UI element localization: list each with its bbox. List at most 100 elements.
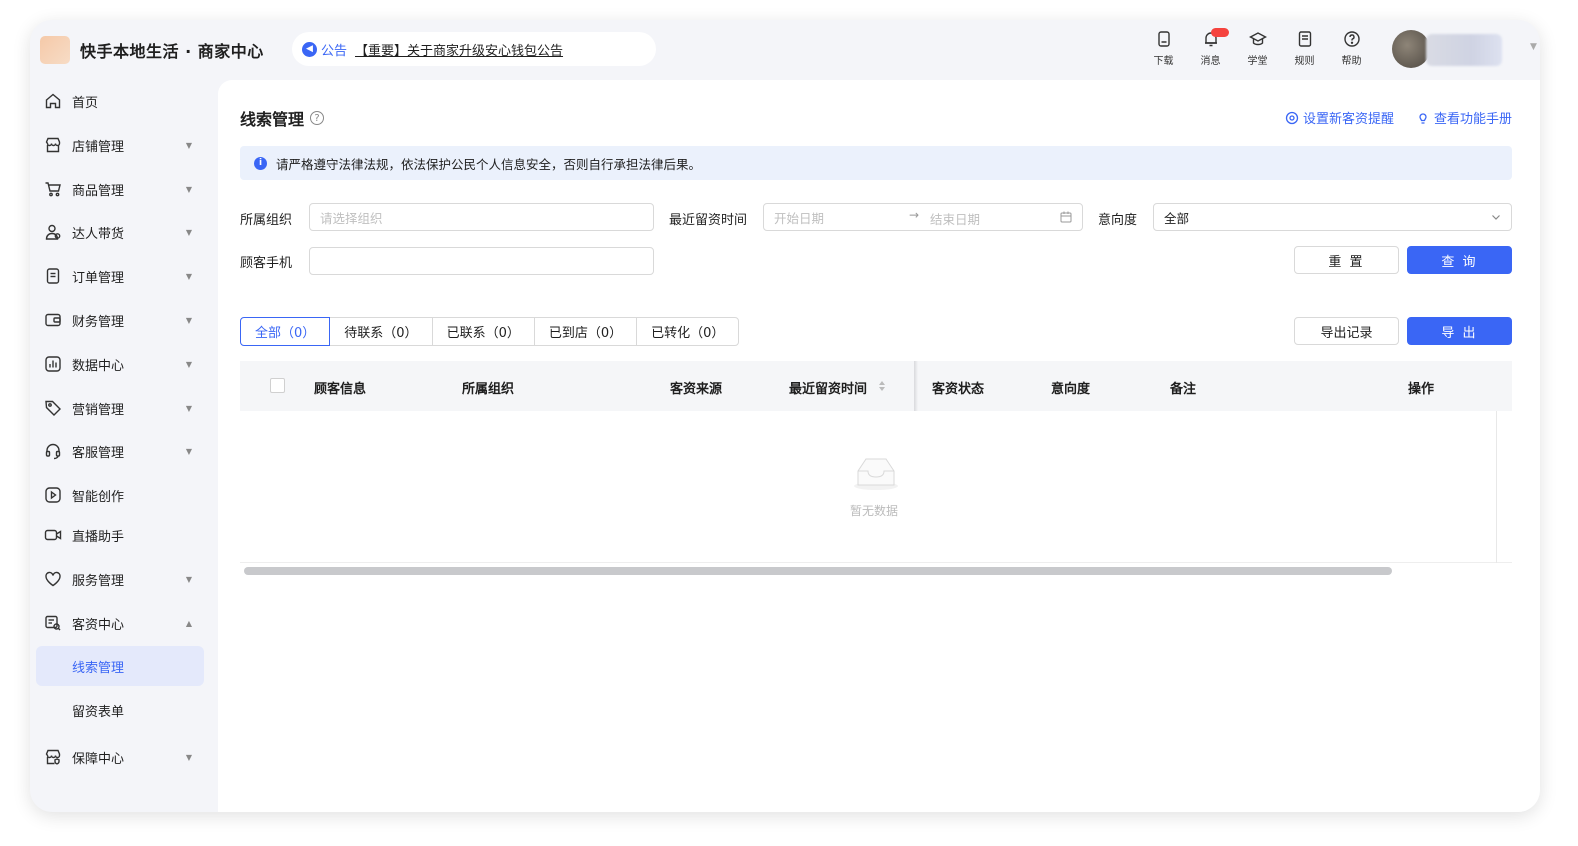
user-name-blurred[interactable] bbox=[1426, 34, 1502, 66]
page-title: 线索管理 ? bbox=[240, 106, 325, 130]
heart-icon bbox=[45, 571, 61, 587]
sidebar-item-service[interactable]: 服务管理 ▼ bbox=[36, 559, 204, 599]
org-label: 所属组织 bbox=[240, 213, 293, 228]
export-button[interactable]: 导 出 bbox=[1407, 317, 1512, 345]
tool-label: 下载 bbox=[1153, 56, 1174, 67]
sidebar-item-products[interactable]: 商品管理 ▼ bbox=[36, 169, 204, 209]
question-icon[interactable]: ? bbox=[310, 111, 325, 125]
col-latest-time[interactable]: 最近留资时间 bbox=[789, 378, 867, 397]
fixed-column-divider bbox=[914, 361, 918, 411]
tab-converted[interactable]: 已转化（0） bbox=[636, 317, 740, 346]
chevron-down-icon[interactable]: ▼ bbox=[1530, 42, 1537, 52]
col-remark: 备注 bbox=[1170, 382, 1197, 397]
sidebar-item-influencers[interactable]: 达人带货 ▼ bbox=[36, 212, 204, 252]
query-button[interactable]: 查 询 bbox=[1407, 246, 1512, 274]
sidebar-item-label: 客服管理 bbox=[72, 445, 125, 461]
calendar-icon bbox=[1060, 211, 1072, 223]
tool-label: 学堂 bbox=[1247, 56, 1268, 67]
chevron-up-icon: ▲ bbox=[185, 618, 192, 628]
sidebar-item-customer-service[interactable]: 客服管理 ▼ bbox=[36, 431, 204, 471]
legal-alert: i 请严格遵守法律法规，依法保护公民个人信息安全，否则自行承担法律后果。 bbox=[240, 146, 1512, 180]
sidebar-subitem-leads[interactable]: 线索管理 bbox=[36, 646, 204, 686]
brand-logo[interactable] bbox=[40, 36, 70, 64]
lightbulb-icon bbox=[1419, 112, 1427, 124]
page-title-text: 线索管理 bbox=[240, 110, 305, 129]
sidebar-item-label: 商品管理 bbox=[72, 183, 125, 199]
sidebar-item-marketing[interactable]: 营销管理 ▼ bbox=[36, 388, 204, 428]
col-customer-info: 顾客信息 bbox=[314, 382, 367, 397]
chevron-down-icon: ▼ bbox=[185, 271, 192, 281]
sidebar-item-smart-creation[interactable]: 智能创作 bbox=[36, 475, 204, 515]
intent-label: 意向度 bbox=[1098, 213, 1138, 228]
gear-icon bbox=[1285, 111, 1299, 124]
avatar[interactable] bbox=[1392, 30, 1430, 68]
help-icon bbox=[1343, 31, 1360, 47]
arrow-right-icon: → bbox=[909, 208, 920, 222]
page-links: 设置新客资提醒 查看功能手册 bbox=[1285, 108, 1512, 127]
order-icon bbox=[46, 268, 60, 284]
app-window: 快手本地生活 · 商家中心 ◀ 公告 【重要】关于商家升级安心钱包公告 下载 消… bbox=[30, 20, 1540, 812]
chevron-down-icon: ▼ bbox=[185, 752, 192, 762]
end-date-placeholder[interactable]: 结束日期 bbox=[930, 209, 980, 228]
tool-academy[interactable]: 学堂 bbox=[1234, 30, 1281, 67]
tool-label: 规则 bbox=[1294, 56, 1315, 67]
sidebar-item-data-center[interactable]: 数据中心 ▼ bbox=[36, 344, 204, 384]
megaphone-icon: ◀ bbox=[302, 41, 317, 57]
leads-table: 顾客信息 所属组织 客资来源 最近留资时间 客资状态 意向度 备注 操作 暂无数… bbox=[240, 361, 1512, 577]
tool-help[interactable]: 帮助 bbox=[1328, 30, 1375, 67]
sidebar-subitem-lead-forms[interactable]: 留资表单 bbox=[36, 690, 204, 730]
sidebar-item-orders[interactable]: 订单管理 ▼ bbox=[36, 256, 204, 296]
tool-label: 帮助 bbox=[1341, 56, 1362, 67]
sidebar-item-label: 服务管理 bbox=[72, 573, 125, 589]
sidebar-item-label: 智能创作 bbox=[72, 489, 125, 505]
sidebar-item-store[interactable]: 店铺管理 ▼ bbox=[36, 125, 204, 165]
sidebar-item-label: 营销管理 bbox=[72, 402, 125, 418]
announcement-bar[interactable]: ◀ 公告 【重要】关于商家升级安心钱包公告 bbox=[292, 32, 656, 66]
chevron-down-icon: ▼ bbox=[185, 359, 192, 369]
chevron-down-icon: ▼ bbox=[185, 403, 192, 413]
set-remind-link[interactable]: 设置新客资提醒 bbox=[1285, 108, 1394, 127]
horizontal-scrollbar[interactable] bbox=[244, 567, 1392, 575]
sidebar-item-protection[interactable]: 保障中心 ▼ bbox=[36, 737, 204, 777]
tab-pending[interactable]: 待联系（0） bbox=[329, 317, 433, 346]
date-range-picker[interactable]: 开始日期 bbox=[763, 203, 1083, 231]
intent-value: 全部 bbox=[1164, 210, 1190, 226]
chevron-down-icon: ▼ bbox=[185, 446, 192, 456]
sidebar-item-customer-center[interactable]: 客资中心 ▲ bbox=[36, 603, 204, 643]
tool-download[interactable]: 下载 bbox=[1140, 30, 1187, 67]
tab-contacted[interactable]: 已联系（0） bbox=[431, 317, 535, 346]
chevron-down-icon bbox=[1492, 215, 1500, 220]
home-icon bbox=[45, 93, 61, 109]
chevron-down-icon: ▼ bbox=[185, 184, 192, 194]
reset-button[interactable]: 重 置 bbox=[1294, 246, 1399, 274]
sidebar-item-finance[interactable]: 财务管理 ▼ bbox=[36, 300, 204, 340]
empty-inbox-icon bbox=[854, 458, 898, 490]
app-title: 快手本地生活 · 商家中心 bbox=[80, 42, 264, 61]
sidebar: 首页 店铺管理 ▼ 商品管理 ▼ 达人带货 ▼ 订单管理 ▼ 财务管理 ▼ 数据… bbox=[30, 80, 218, 812]
chevron-down-icon: ▼ bbox=[185, 140, 192, 150]
table-body: 暂无数据 bbox=[240, 411, 1512, 563]
announcement-tag: 公告 bbox=[321, 43, 348, 59]
sort-icon[interactable] bbox=[878, 379, 886, 393]
intent-select[interactable]: 全部 bbox=[1153, 203, 1512, 231]
tab-visited[interactable]: 已到店（0） bbox=[533, 317, 638, 346]
tab-all[interactable]: 全部（0） bbox=[240, 317, 331, 346]
download-icon bbox=[1157, 31, 1170, 47]
phone-input[interactable] bbox=[309, 247, 654, 275]
manual-link[interactable]: 查看功能手册 bbox=[1416, 108, 1512, 127]
sidebar-subitem-label: 线索管理 bbox=[72, 660, 125, 676]
tool-messages[interactable]: 消息 bbox=[1187, 28, 1234, 67]
customer-icon bbox=[45, 615, 61, 631]
tool-label: 消息 bbox=[1200, 56, 1221, 67]
sidebar-item-home[interactable]: 首页 bbox=[36, 81, 204, 121]
export-records-button[interactable]: 导出记录 bbox=[1294, 317, 1399, 345]
main-content: 线索管理 ? 设置新客资提醒 查看功能手册 i 请严格遵守法律法规，依法保护公民… bbox=[218, 80, 1540, 812]
start-date-placeholder: 开始日期 bbox=[774, 210, 825, 226]
announcement-link[interactable]: 【重要】关于商家升级安心钱包公告 bbox=[355, 40, 563, 59]
sidebar-item-label: 首页 bbox=[72, 95, 99, 111]
select-all-checkbox[interactable] bbox=[270, 378, 285, 393]
message-badge bbox=[1211, 28, 1229, 37]
tool-rules[interactable]: 规则 bbox=[1281, 30, 1328, 67]
sidebar-item-live-assistant[interactable]: 直播助手 bbox=[36, 515, 204, 555]
org-select[interactable]: 请选择组织 bbox=[309, 203, 654, 231]
